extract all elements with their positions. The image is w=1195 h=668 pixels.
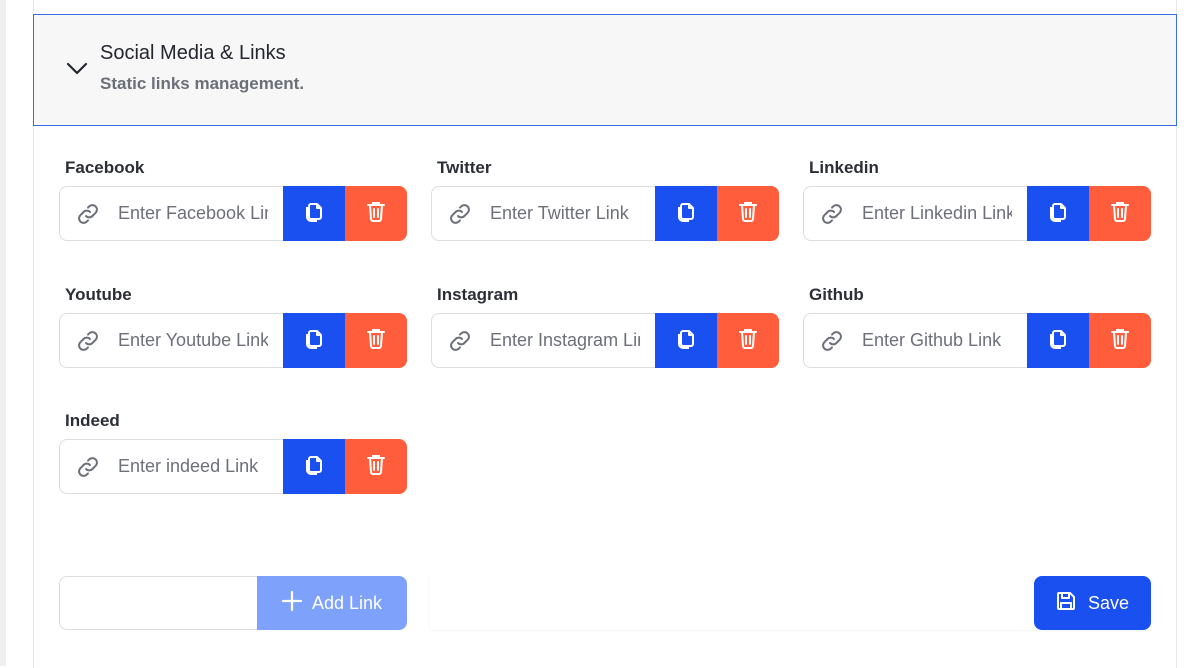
copy-button[interactable] bbox=[283, 186, 345, 241]
copy-icon bbox=[1048, 327, 1068, 354]
delete-button[interactable] bbox=[345, 186, 407, 241]
copy-icon bbox=[304, 200, 324, 227]
section-subtitle: Static links management. bbox=[100, 74, 305, 93]
copy-icon bbox=[304, 453, 324, 480]
save-button[interactable]: Save bbox=[1034, 576, 1151, 630]
section-title: Social Media & Links bbox=[100, 42, 286, 64]
input-group bbox=[59, 439, 407, 494]
copy-button[interactable] bbox=[655, 313, 717, 368]
add-link-group: Add Link bbox=[59, 576, 407, 630]
floppy-disk-icon bbox=[1056, 591, 1076, 616]
link-icon bbox=[820, 202, 846, 226]
input-wrapper bbox=[803, 313, 1027, 368]
field-label: Github bbox=[809, 285, 864, 304]
section-header[interactable]: Social Media & Links Static links manage… bbox=[33, 14, 1177, 126]
link-icon bbox=[76, 455, 102, 479]
github-input[interactable] bbox=[862, 330, 1012, 351]
input-group bbox=[431, 313, 779, 368]
delete-button[interactable] bbox=[717, 186, 779, 241]
new-link-name-wrapper bbox=[59, 576, 257, 630]
input-group bbox=[59, 186, 407, 241]
input-wrapper bbox=[803, 186, 1027, 241]
copy-button[interactable] bbox=[283, 439, 345, 494]
youtube-input[interactable] bbox=[118, 330, 268, 351]
save-label: Save bbox=[1087, 592, 1130, 613]
field-label: Indeed bbox=[65, 411, 120, 430]
input-wrapper bbox=[431, 186, 655, 241]
linkedin-input[interactable] bbox=[862, 203, 1012, 224]
field-label: Instagram bbox=[437, 285, 519, 304]
input-wrapper bbox=[59, 439, 283, 494]
link-icon bbox=[448, 202, 474, 226]
delete-button[interactable] bbox=[717, 313, 779, 368]
copy-button[interactable] bbox=[655, 186, 717, 241]
copy-icon bbox=[676, 200, 696, 227]
input-wrapper bbox=[59, 313, 283, 368]
field-label: Facebook bbox=[65, 158, 145, 177]
indeed-input[interactable] bbox=[118, 456, 268, 477]
trash-icon bbox=[366, 327, 386, 354]
add-link-button[interactable]: Add Link bbox=[257, 576, 407, 630]
copy-icon bbox=[304, 327, 324, 354]
input-group bbox=[803, 186, 1151, 241]
delete-button[interactable] bbox=[1089, 313, 1151, 368]
instagram-input[interactable] bbox=[490, 330, 640, 351]
twitter-input[interactable] bbox=[490, 203, 640, 224]
trash-icon bbox=[1110, 200, 1130, 227]
delete-button[interactable] bbox=[345, 313, 407, 368]
copy-button[interactable] bbox=[283, 313, 345, 368]
trash-icon bbox=[366, 453, 386, 480]
chevron-down-icon[interactable] bbox=[65, 57, 89, 81]
copy-icon bbox=[676, 327, 696, 354]
trash-icon bbox=[738, 200, 758, 227]
link-icon bbox=[76, 202, 102, 226]
input-wrapper bbox=[59, 186, 283, 241]
link-icon bbox=[820, 329, 846, 353]
plus-icon bbox=[281, 590, 303, 616]
delete-button[interactable] bbox=[345, 439, 407, 494]
trash-icon bbox=[366, 200, 386, 227]
delete-button[interactable] bbox=[1089, 186, 1151, 241]
copy-icon bbox=[1048, 200, 1068, 227]
page-edge bbox=[0, 0, 6, 666]
input-group bbox=[803, 313, 1151, 368]
trash-icon bbox=[1110, 327, 1130, 354]
copy-button[interactable] bbox=[1027, 186, 1089, 241]
trash-icon bbox=[738, 327, 758, 354]
field-label: Twitter bbox=[437, 158, 492, 177]
copy-button[interactable] bbox=[1027, 313, 1089, 368]
link-icon bbox=[76, 329, 102, 353]
facebook-input[interactable] bbox=[118, 203, 268, 224]
add-link-label: Add Link bbox=[311, 592, 383, 613]
field-label: Linkedin bbox=[809, 158, 879, 177]
new-link-name-input[interactable] bbox=[60, 577, 257, 629]
input-group bbox=[59, 313, 407, 368]
field-label: Youtube bbox=[65, 285, 132, 304]
input-wrapper bbox=[431, 313, 655, 368]
link-icon bbox=[448, 329, 474, 353]
input-group bbox=[431, 186, 779, 241]
